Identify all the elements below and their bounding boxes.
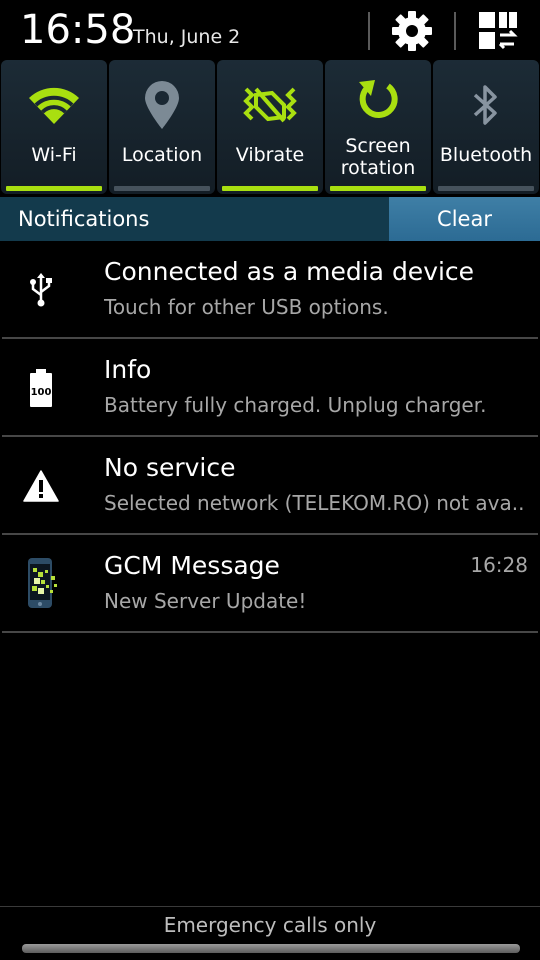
status-header: 16:58 Thu, June 2	[0, 0, 540, 60]
rotation-icon	[359, 80, 398, 118]
header-separator	[454, 12, 456, 50]
wifi-icon	[29, 87, 79, 124]
quick-setting-label: Bluetooth	[439, 144, 533, 166]
footer-divider	[0, 906, 540, 907]
grid-swap-icon	[479, 12, 518, 50]
notification-title: No service	[104, 453, 236, 482]
notification-title: Connected as a media device	[104, 257, 475, 286]
app-phone-icon	[28, 558, 57, 608]
battery-level-text: 100	[31, 387, 52, 398]
settings-button[interactable]	[382, 8, 442, 54]
notification-usb[interactable]: Connected as a media device Touch for ot…	[0, 241, 540, 339]
panel-drag-handle[interactable]	[22, 944, 520, 953]
notification-title: GCM Message	[104, 551, 280, 580]
quick-setting-label: Screen rotation	[340, 135, 416, 179]
warning-icon	[23, 470, 59, 502]
clock-time: 16:58	[20, 7, 136, 53]
quick-setting-indicator-on	[6, 186, 102, 191]
vibrate-icon	[243, 87, 297, 123]
quick-setting-label: Wi-Fi	[31, 144, 77, 166]
header-separator	[368, 12, 370, 50]
battery-full-icon: 100	[30, 369, 52, 407]
carrier-status-text: Emergency calls only	[163, 913, 377, 937]
quick-setting-bluetooth[interactable]: Bluetooth	[433, 60, 539, 194]
edit-quick-settings-button[interactable]	[468, 8, 528, 54]
notifications-title: Notifications	[18, 207, 150, 231]
notification-divider	[2, 631, 538, 633]
quick-setting-indicator-on	[222, 186, 318, 191]
quick-setting-location[interactable]: Location	[109, 60, 215, 194]
notification-subtitle: Touch for other USB options.	[104, 295, 389, 319]
notification-title: Info	[104, 355, 152, 384]
notification-subtitle: Battery fully charged. Unplug charger.	[104, 393, 487, 417]
notification-battery-info[interactable]: 100 Info Battery fully charged. Unplug c…	[0, 339, 540, 437]
bluetooth-icon	[473, 85, 497, 125]
notification-time: 16:28	[470, 553, 528, 577]
quick-setting-vibrate[interactable]: Vibrate	[217, 60, 323, 194]
clear-button[interactable]: Clear	[389, 197, 540, 241]
notification-subtitle: New Server Update!	[104, 589, 307, 613]
notification-no-service[interactable]: No service Selected network (TELEKOM.RO)…	[0, 437, 540, 535]
quick-setting-indicator-off	[438, 186, 534, 191]
notification-subtitle: Selected network (TELEKOM.RO) not ava..	[104, 491, 525, 515]
quick-settings-row: Wi-Fi Location Vibrate Screen rotation B…	[0, 60, 540, 196]
clock-date: Thu, June 2	[133, 26, 241, 48]
gear-icon	[392, 11, 432, 51]
notification-gcm-message[interactable]: GCM Message New Server Update! 16:28	[0, 535, 540, 633]
quick-setting-label: Vibrate	[235, 144, 305, 166]
notifications-header: Notifications Clear	[0, 197, 540, 241]
quick-setting-screen-rotation[interactable]: Screen rotation	[325, 60, 431, 194]
location-pin-icon	[145, 81, 179, 129]
quick-setting-indicator-off	[114, 186, 210, 191]
quick-setting-label: Location	[121, 144, 203, 166]
quick-setting-wifi[interactable]: Wi-Fi	[1, 60, 107, 194]
usb-icon	[30, 273, 52, 307]
quick-setting-indicator-on	[330, 186, 426, 191]
